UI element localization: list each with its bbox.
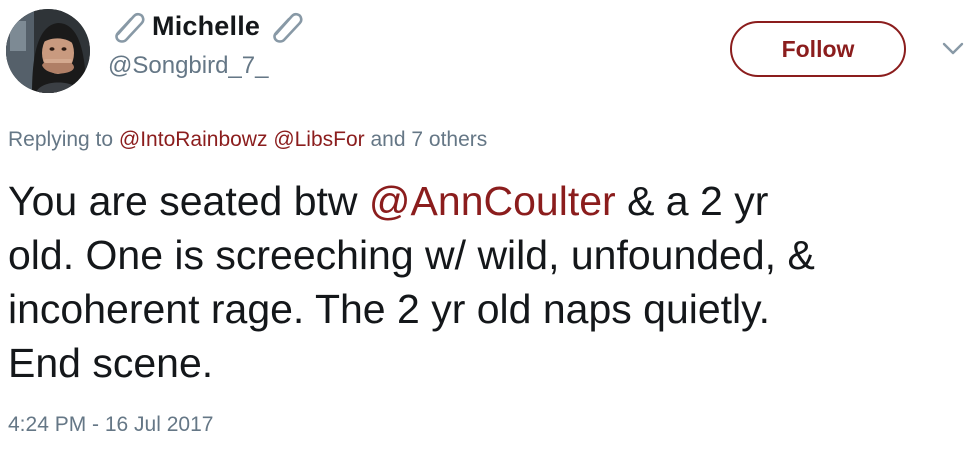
paperclip-icon [115,12,145,43]
tweet-text-start: You are seated btw [8,178,369,224]
tweet-timestamp[interactable]: 4:24 PM - 16 Jul 2017 [8,413,213,437]
reply-others[interactable]: and 7 others [371,128,488,151]
reply-mention[interactable]: @LibsFor [273,128,364,151]
chevron-down-icon[interactable] [942,42,964,56]
display-name[interactable]: Michelle [152,11,260,42]
tweet-mention[interactable]: @AnnCoulter [369,178,616,224]
reply-prefix: Replying to [8,128,114,151]
name-row: Michelle [108,8,306,44]
tweet-text: You are seated btw @AnnCoulter & a 2 yr … [8,174,958,390]
user-handle[interactable]: @Songbird_7_ [108,52,268,80]
reply-context: Replying to @IntoRainbowz @LibsFor and 7… [8,128,487,152]
follow-button[interactable]: Follow [730,21,906,77]
avatar[interactable] [6,9,90,93]
reply-mention[interactable]: @IntoRainbowz [119,128,268,151]
paperclip-icon [273,12,303,43]
tweet-card: Michelle @Songbird_7_ Follow Replying to… [0,0,976,449]
avatar-photo [6,9,90,93]
